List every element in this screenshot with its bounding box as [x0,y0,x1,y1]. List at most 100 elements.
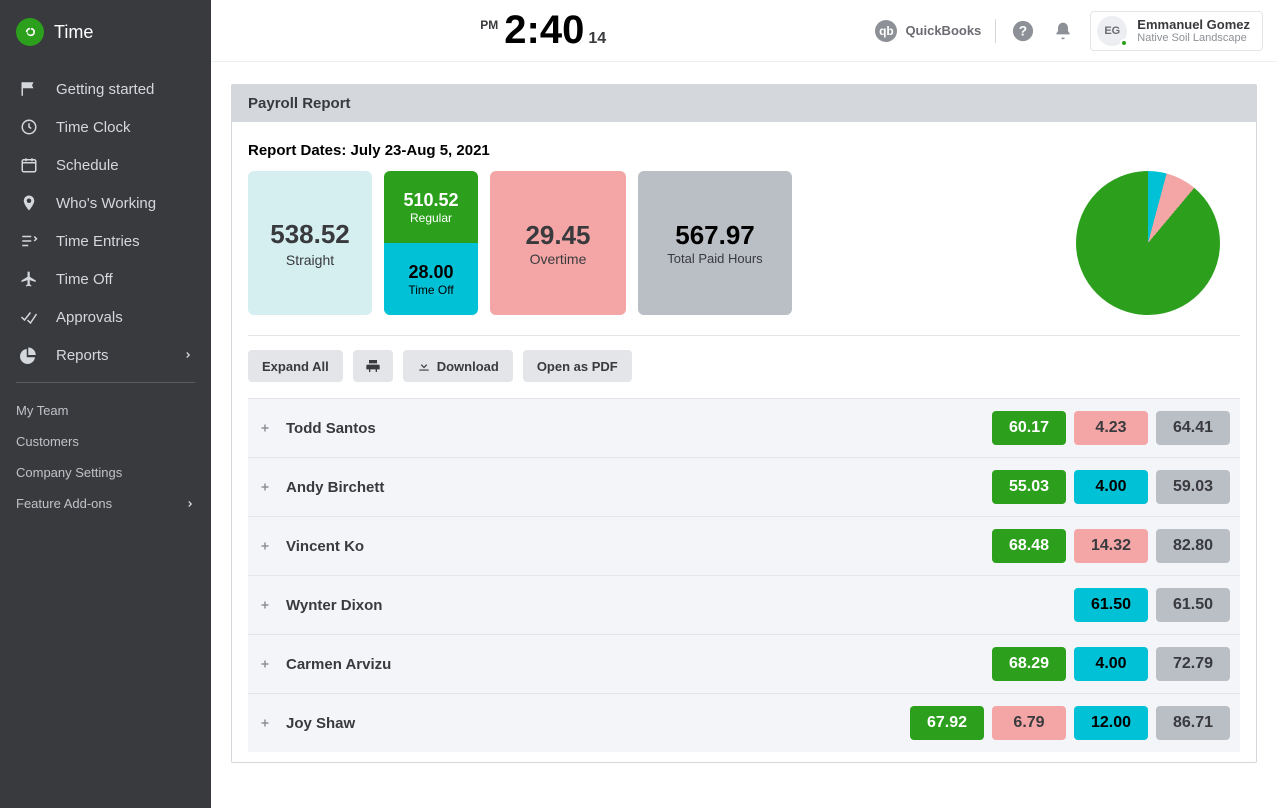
open-pdf-button[interactable]: Open as PDF [523,350,632,382]
print-icon [365,358,381,374]
print-button[interactable] [353,350,393,382]
summary-regular: 510.52 Regular [384,171,478,243]
svg-text:?: ? [1019,23,1027,38]
sidebar-item-my-team[interactable]: My Team [0,395,211,426]
help-icon: ? [1012,20,1034,42]
row-total: 82.80 [1156,529,1230,563]
row-timeoff: 4.00 [1074,470,1148,504]
table-row: Andy Birchett 55.034.0059.03 [248,457,1240,516]
row-overtime: 14.32 [1074,529,1148,563]
sidebar-item-time-off[interactable]: Time Off [0,260,211,298]
summary-timeoff: 28.00 Time Off [384,243,478,315]
expand-all-button[interactable]: Expand All [248,350,343,382]
row-name: Joy Shaw [286,715,355,732]
row-total: 59.03 [1156,470,1230,504]
download-button[interactable]: Download [403,350,513,382]
plus-icon [259,717,271,729]
sidebar-item-label: Customers [16,434,79,449]
sidebar-item-label: My Team [16,403,69,418]
row-name: Andy Birchett [286,479,384,496]
row-regular: 55.03 [992,470,1066,504]
sidebar-item-customers[interactable]: Customers [0,426,211,457]
expand-row-button[interactable] [258,480,272,494]
sidebar-item-getting-started[interactable]: Getting started [0,70,211,108]
avatar-initials: EG [1104,25,1120,37]
divider [248,335,1240,336]
quickbooks-link[interactable]: qb QuickBooks [875,20,981,42]
summary-regular-value: 510.52 [403,190,458,211]
sidebar-item-label: Company Settings [16,465,122,480]
row-timeoff: 61.50 [1074,588,1148,622]
summary-overtime: 29.45 Overtime [490,171,626,315]
chevron-right-icon [185,499,195,509]
app-logo[interactable]: Time [0,18,211,70]
expand-row-button[interactable] [258,598,272,612]
plus-icon [259,540,271,552]
row-name: Vincent Ko [286,538,364,555]
plus-icon [259,481,271,493]
sidebar-divider [16,382,195,383]
summary-straight: 538.52 Straight [248,171,372,315]
plus-icon [259,599,271,611]
sidebar: Time Getting started Time Clock Schedule… [0,0,211,808]
sidebar-item-time-clock[interactable]: Time Clock [0,108,211,146]
main: PM 2:40 14 qb QuickBooks ? EG E [211,0,1277,808]
sidebar-item-whos-working[interactable]: Who's Working [0,184,211,222]
quickbooks-icon: qb [875,20,897,42]
row-regular: 68.29 [992,647,1066,681]
clock-icon [18,118,40,136]
summary-total-label: Total Paid Hours [667,251,762,266]
row-timeoff: 4.00 [1074,647,1148,681]
row-overtime: 6.79 [992,706,1066,740]
summary-overtime-value: 29.45 [525,220,590,251]
notifications-button[interactable] [1050,18,1076,44]
user-menu[interactable]: EG Emmanuel Gomez Native Soil Landscape [1090,11,1263,51]
sidebar-item-label: Time Off [56,271,113,288]
expand-row-button[interactable] [258,539,272,553]
sidebar-item-label: Schedule [56,157,119,174]
table-row: Wynter Dixon61.5061.50 [248,575,1240,634]
sidebar-item-label: Reports [56,347,109,364]
row-regular: 68.48 [992,529,1066,563]
expand-row-button[interactable] [258,716,272,730]
separator [995,19,996,43]
sidebar-item-label: Who's Working [56,195,156,212]
row-total: 72.79 [1156,647,1230,681]
check-icon [18,308,40,326]
sidebar-item-schedule[interactable]: Schedule [0,146,211,184]
topbar-right: qb QuickBooks ? EG Emmanuel Gomez Native… [875,11,1263,51]
status-dot-icon [1120,39,1128,47]
qb-logo-icon [16,18,44,46]
plus-icon [259,422,271,434]
help-button[interactable]: ? [1010,18,1036,44]
sidebar-item-approvals[interactable]: Approvals [0,298,211,336]
sidebar-item-time-entries[interactable]: Time Entries [0,222,211,260]
sidebar-item-reports[interactable]: Reports [0,336,211,374]
row-name: Todd Santos [286,420,376,437]
row-name: Wynter Dixon [286,597,382,614]
table-row: Todd Santos60.174.2364.41 [248,398,1240,457]
plane-icon [18,270,40,288]
row-total: 64.41 [1156,411,1230,445]
row-regular: 67.92 [910,706,984,740]
sidebar-item-label: Getting started [56,81,154,98]
sidebar-item-company-settings[interactable]: Company Settings [0,457,211,488]
sidebar-item-label: Approvals [56,309,123,326]
payroll-report-panel: Payroll Report Report Dates: July 23-Aug… [231,84,1257,763]
summary-regular-label: Regular [410,211,452,225]
expand-row-button[interactable] [258,657,272,671]
summary-timeoff-label: Time Off [408,283,453,297]
sidebar-item-feature-addons[interactable]: Feature Add-ons [0,488,211,519]
sidebar-item-label: Feature Add-ons [16,496,112,511]
summary-straight-label: Straight [286,252,334,268]
calendar-icon [18,156,40,174]
summary-timeoff-value: 28.00 [408,262,453,283]
summary-straight-value: 538.52 [270,219,350,250]
table-row: Carmen Arvizu68.294.0072.79 [248,634,1240,693]
expand-row-button[interactable] [258,421,272,435]
row-total: 86.71 [1156,706,1230,740]
row-overtime: 4.23 [1074,411,1148,445]
chevron-right-icon [183,350,193,360]
sidebar-item-label: Time Entries [56,233,140,250]
row-timeoff: 12.00 [1074,706,1148,740]
